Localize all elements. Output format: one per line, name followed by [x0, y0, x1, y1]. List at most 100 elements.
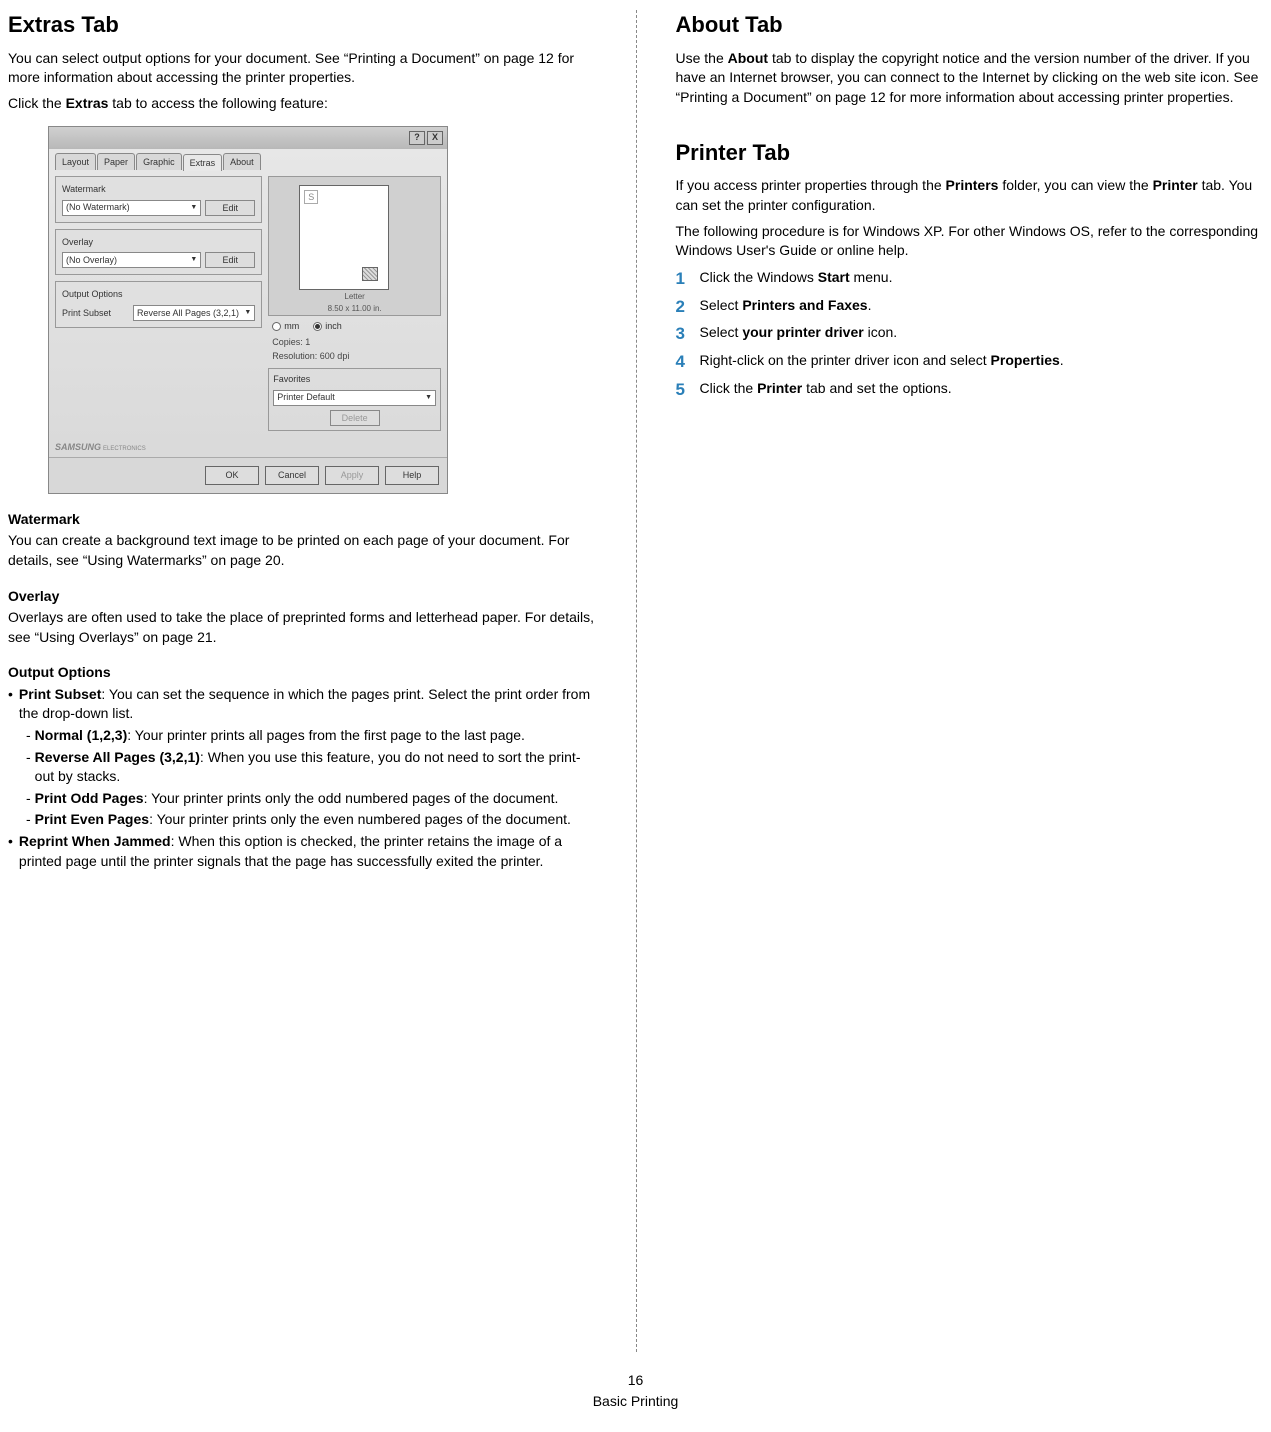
sub-bullet-text: Normal (1,2,3): Your printer prints all … [35, 726, 525, 746]
bullet-text: Reprint When Jammed: When this option is… [19, 832, 596, 871]
s5-bold: Printer [757, 380, 802, 396]
tab-about: About [223, 153, 261, 171]
printer-paragraph-2: The following procedure is for Windows X… [676, 222, 1264, 261]
step-number: 3 [676, 322, 700, 346]
p1-bold2: Printer [1153, 177, 1198, 193]
s1-post: menu. [850, 269, 893, 285]
overlay-label: Overlay [62, 236, 255, 249]
s3-bold: your printer driver [742, 324, 863, 340]
sub-bullet-text: Print Odd Pages: Your printer prints onl… [35, 789, 559, 809]
bullet-mark: • [8, 685, 19, 724]
apply-button: Apply [325, 466, 379, 485]
right-column: About Tab Use the About tab to display t… [636, 10, 1271, 873]
cancel-button: Cancel [265, 466, 319, 485]
favorites-label: Favorites [273, 373, 436, 386]
samsung-logo-sub: ELECTRONICS [103, 445, 146, 453]
print-subset-bullet: • Print Subset: You can set the sequence… [8, 685, 596, 724]
step-text: Select your printer driver icon. [700, 322, 1264, 343]
odd-sub-bullet: - Print Odd Pages: Your printer prints o… [8, 789, 596, 809]
intro2-bold: Extras [66, 95, 109, 111]
step-number: 1 [676, 267, 700, 291]
tab-layout: Layout [55, 153, 96, 171]
p1-mid: folder, you can view the [998, 177, 1152, 193]
about-paragraph: Use the About tab to display the copyrig… [676, 49, 1264, 108]
s3-post: icon. [864, 324, 897, 340]
page-footer: 16 Basic Printing [0, 1371, 1271, 1412]
output-options-heading: Output Options [8, 663, 596, 683]
p1-pre: If you access printer properties through… [676, 177, 946, 193]
step-number: 4 [676, 350, 700, 374]
overlay-combo: (No Overlay) ▼ [62, 252, 201, 268]
step-2: 2 Select Printers and Faxes. [676, 295, 1264, 319]
favorites-box: Favorites Printer Default ▼ Delete [268, 368, 441, 431]
samsung-logo: SAMSUNG [55, 441, 101, 454]
normal-sub-bullet: - Normal (1,2,3): Your printer prints al… [8, 726, 596, 746]
left-column: Extras Tab You can select output options… [0, 10, 636, 873]
reverse-bold: Reverse All Pages (3,2,1) [35, 749, 200, 765]
chevron-down-icon: ▼ [190, 203, 197, 213]
step-text: Select Printers and Faxes. [700, 295, 1264, 316]
step-3: 3 Select your printer driver icon. [676, 322, 1264, 346]
step-4: 4 Right-click on the printer driver icon… [676, 350, 1264, 374]
output-options-label: Output Options [62, 288, 255, 301]
chevron-down-icon: ▼ [190, 255, 197, 265]
s5-pre: Click the [700, 380, 758, 396]
s4-pre: Right-click on the printer driver icon a… [700, 352, 991, 368]
watermark-heading: Watermark [8, 510, 596, 530]
reverse-sub-bullet: - Reverse All Pages (3,2,1): When you us… [8, 748, 596, 787]
s5-post: tab and set the options. [802, 380, 951, 396]
extras-intro-2: Click the Extras tab to access the follo… [8, 94, 596, 114]
about-bold: About [728, 50, 768, 66]
intro2-pre: Click the [8, 95, 66, 111]
step-text: Click the Printer tab and set the option… [700, 378, 1264, 399]
dash-mark: - [26, 789, 35, 809]
unit-row: mm inch [268, 320, 441, 333]
dialog-titlebar: ? X [49, 127, 447, 149]
s1-pre: Click the Windows [700, 269, 818, 285]
print-subset-combo: Reverse All Pages (3,2,1) ▼ [133, 305, 255, 321]
unit-inch-label: inch [325, 321, 342, 331]
s4-bold: Properties [991, 352, 1060, 368]
watermark-fieldset: Watermark (No Watermark) ▼ Edit [55, 176, 262, 223]
favorites-combo: Printer Default ▼ [273, 390, 436, 406]
column-divider [636, 10, 637, 1352]
tab-paper: Paper [97, 153, 135, 171]
s2-bold: Printers and Faxes [742, 297, 867, 313]
watermark-value: (No Watermark) [66, 201, 130, 214]
chevron-down-icon: ▼ [244, 308, 251, 318]
sub-bullet-text: Print Even Pages: Your printer prints on… [35, 810, 571, 830]
p1-bold1: Printers [946, 177, 999, 193]
overlay-value: (No Overlay) [66, 254, 117, 267]
preview-size-dims: 8.50 x 11.00 in. [269, 302, 440, 314]
odd-bold: Print Odd Pages [35, 790, 144, 806]
step-1: 1 Click the Windows Start menu. [676, 267, 1264, 291]
overlay-fieldset: Overlay (No Overlay) ▼ Edit [55, 229, 262, 276]
output-options-fieldset: Output Options Print Subset Reverse All … [55, 281, 262, 328]
favorites-value: Printer Default [277, 391, 335, 404]
step-5: 5 Click the Printer tab and set the opti… [676, 378, 1264, 402]
normal-bold: Normal (1,2,3) [35, 727, 128, 743]
watermark-paragraph: You can create a background text image t… [8, 531, 596, 570]
favorites-delete-button: Delete [330, 410, 380, 426]
radio-inch [313, 322, 322, 331]
preview-page: S [299, 185, 389, 290]
even-sub-bullet: - Print Even Pages: Your printer prints … [8, 810, 596, 830]
preview-size-name: Letter [269, 290, 440, 302]
radio-mm [272, 322, 281, 331]
intro2-post: tab to access the following feature: [108, 95, 327, 111]
ps-text: : You can set the sequence in which the … [19, 686, 590, 722]
watermark-edit-button: Edit [205, 200, 255, 216]
about-tab-heading: About Tab [676, 10, 1264, 41]
ps-bold: Print Subset [19, 686, 101, 702]
unit-mm-label: mm [284, 321, 299, 331]
s1-bold: Start [818, 269, 850, 285]
bullet-text: Print Subset: You can set the sequence i… [19, 685, 596, 724]
page-number: 16 [0, 1371, 1271, 1391]
watermark-combo: (No Watermark) ▼ [62, 200, 201, 216]
steps-list: 1 Click the Windows Start menu. 2 Select… [676, 267, 1264, 402]
extras-tab-heading: Extras Tab [8, 10, 596, 41]
watermark-label: Watermark [62, 183, 255, 196]
overlay-edit-button: Edit [205, 252, 255, 268]
normal-text: : Your printer prints all pages from the… [127, 727, 525, 743]
dash-mark: - [26, 810, 35, 830]
